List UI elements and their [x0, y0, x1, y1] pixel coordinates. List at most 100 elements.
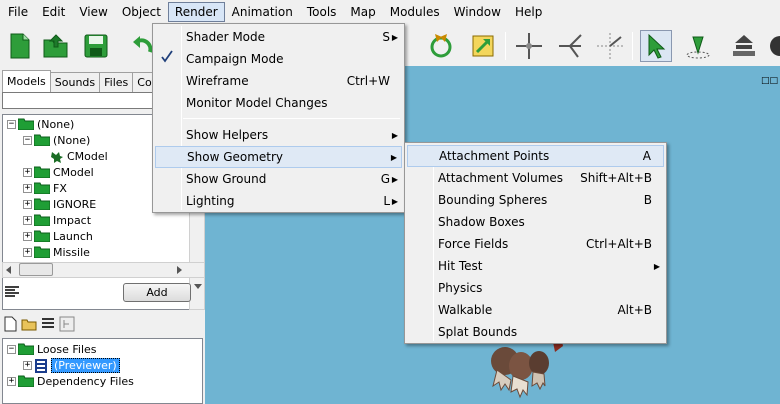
submenu-arrow-icon: ▶: [391, 174, 398, 184]
menu-render[interactable]: Render: [167, 2, 225, 22]
tab-files[interactable]: Files: [99, 72, 134, 92]
tree-horizontal-scrollbar[interactable]: [2, 262, 205, 278]
menu-file[interactable]: File: [1, 2, 35, 22]
menu-item-hit-test[interactable]: Hit Test ▶: [407, 255, 664, 277]
menu-item-attachment-points[interactable]: Attachment Points A: [407, 145, 664, 167]
menu-item-force-fields[interactable]: Force Fields Ctrl+Alt+B: [407, 233, 664, 255]
scale-icon[interactable]: [467, 30, 499, 62]
tree-item-label: (Previewer): [51, 357, 120, 373]
menu-item-walkable[interactable]: Walkable Alt+B: [407, 299, 664, 321]
menu-item-shortcut: G: [380, 172, 390, 186]
expand-icon[interactable]: +: [7, 376, 16, 386]
tree-item[interactable]: + Missile: [23, 244, 90, 260]
folder-icon: [34, 230, 50, 242]
model-icon: [50, 150, 64, 163]
menu-item-wireframe[interactable]: Wireframe Ctrl+W: [155, 70, 402, 92]
tree-item[interactable]: + CModel: [23, 164, 94, 180]
menu-item-campaign-mode[interactable]: Campaign Mode: [155, 48, 402, 70]
tree-item-label: IGNORE: [53, 197, 97, 211]
menu-item-shortcut: Ctrl+W: [346, 74, 390, 88]
menu-item-lighting[interactable]: Lighting L ▶: [155, 190, 402, 212]
menu-item-label: Show Geometry: [187, 150, 284, 164]
files-tree[interactable]: − Loose Files + (Previewer) + Dependency File…: [2, 338, 203, 404]
tree-item[interactable]: CModel: [39, 148, 108, 164]
menu-item-label: Show Helpers: [186, 128, 269, 142]
menu-modules[interactable]: Modules: [383, 2, 447, 22]
menu-item-show-ground[interactable]: Show Ground G ▶: [155, 168, 402, 190]
expand-icon[interactable]: +: [23, 199, 32, 209]
expand-icon[interactable]: +: [23, 231, 32, 241]
tree-item-label: FX: [53, 181, 67, 195]
render-menu: Shader Mode S ▶ Campaign Mode Wireframe Ctrl+…: [152, 23, 405, 213]
menu-object[interactable]: Object: [115, 2, 168, 22]
show-geometry-submenu: Attachment Points A Attachment Volumes Shif…: [404, 142, 667, 344]
tree-item[interactable]: + Dependency Files: [7, 373, 134, 389]
new-file-icon[interactable]: [2, 316, 18, 334]
tree-item-label: Dependency Files: [37, 374, 134, 388]
tree-item-label: CModel: [53, 165, 94, 179]
menu-item-splat-bounds[interactable]: Splat Bounds: [407, 321, 664, 343]
expand-icon[interactable]: +: [23, 360, 32, 370]
tree-item[interactable]: + Launch: [23, 228, 93, 244]
menu-item-bounding-spheres[interactable]: Bounding Spheres B: [407, 189, 664, 211]
collapse-icon[interactable]: −: [7, 119, 16, 129]
tree-item-label: Launch: [53, 229, 93, 243]
menu-item-label: Physics: [438, 281, 483, 295]
menu-animation[interactable]: Animation: [225, 2, 300, 22]
tree-item[interactable]: + Impact: [23, 212, 91, 228]
expand-icon[interactable]: +: [23, 183, 32, 193]
menu-tools[interactable]: Tools: [300, 2, 344, 22]
tree-item[interactable]: − (None): [7, 116, 74, 132]
expand-icon[interactable]: +: [23, 247, 32, 257]
axis-y-icon[interactable]: [554, 30, 586, 62]
menu-item-label: Force Fields: [438, 237, 509, 251]
menu-window[interactable]: Window: [447, 2, 508, 22]
place-icon[interactable]: [682, 30, 714, 62]
add-button[interactable]: Add: [123, 283, 191, 302]
checkmark-icon: [161, 50, 173, 67]
expand-icon[interactable]: +: [23, 215, 32, 225]
tab-sounds[interactable]: Sounds: [49, 72, 101, 92]
menu-edit[interactable]: Edit: [35, 2, 72, 22]
tree-item[interactable]: + IGNORE: [23, 196, 96, 212]
select-arrow-icon[interactable]: [640, 30, 672, 62]
panel-tabs: Models Sounds Files Co: [2, 70, 157, 92]
viewport-corner-marker: □□: [760, 76, 778, 86]
menu-item-shader-mode[interactable]: Shader Mode S ▶: [155, 26, 402, 48]
open-folder-icon[interactable]: [21, 316, 37, 334]
tree-item-label: Missile: [53, 245, 90, 259]
rotate-icon[interactable]: [425, 30, 457, 62]
misc-icon[interactable]: [764, 30, 780, 62]
menu-map[interactable]: Map: [343, 2, 382, 22]
menu-item-show-helpers[interactable]: Show Helpers ▶: [155, 124, 402, 146]
menu-item-attachment-volumes[interactable]: Attachment Volumes Shift+Alt+B: [407, 167, 664, 189]
tree-item[interactable]: + (Previewer): [23, 357, 120, 373]
save-icon[interactable]: [80, 30, 112, 62]
menu-item-show-geometry[interactable]: Show Geometry ▶: [155, 146, 402, 168]
menu-bar: File Edit View Object Render Animation Tools Ma…: [0, 0, 780, 24]
tree-item[interactable]: − Loose Files: [7, 341, 97, 357]
terrain-icon[interactable]: [728, 30, 760, 62]
tree-item[interactable]: + FX: [23, 180, 67, 196]
expand-icon[interactable]: +: [23, 167, 32, 177]
folder-icon: [18, 343, 34, 355]
menu-item-physics[interactable]: Physics: [407, 277, 664, 299]
axis-x-icon[interactable]: [513, 30, 545, 62]
menu-item-monitor-model-changes[interactable]: Monitor Model Changes: [155, 92, 402, 114]
menu-help[interactable]: Help: [508, 2, 549, 22]
folder-icon: [34, 166, 50, 178]
menu-item-shadow-boxes[interactable]: Shadow Boxes: [407, 211, 664, 233]
collapse-icon[interactable]: −: [23, 135, 32, 145]
hierarchy-icon[interactable]: [59, 316, 75, 334]
open-icon[interactable]: [40, 30, 72, 62]
axis-z-icon[interactable]: [594, 30, 626, 62]
menu-item-shortcut: A: [642, 149, 651, 163]
tree-item[interactable]: − (None): [23, 132, 90, 148]
tab-models[interactable]: Models: [2, 70, 51, 92]
list-icon[interactable]: [40, 316, 56, 334]
new-icon[interactable]: [4, 30, 36, 62]
folder-icon: [34, 246, 50, 258]
menu-view[interactable]: View: [72, 2, 114, 22]
list-view-icon[interactable]: [4, 285, 20, 299]
collapse-icon[interactable]: −: [7, 344, 16, 354]
